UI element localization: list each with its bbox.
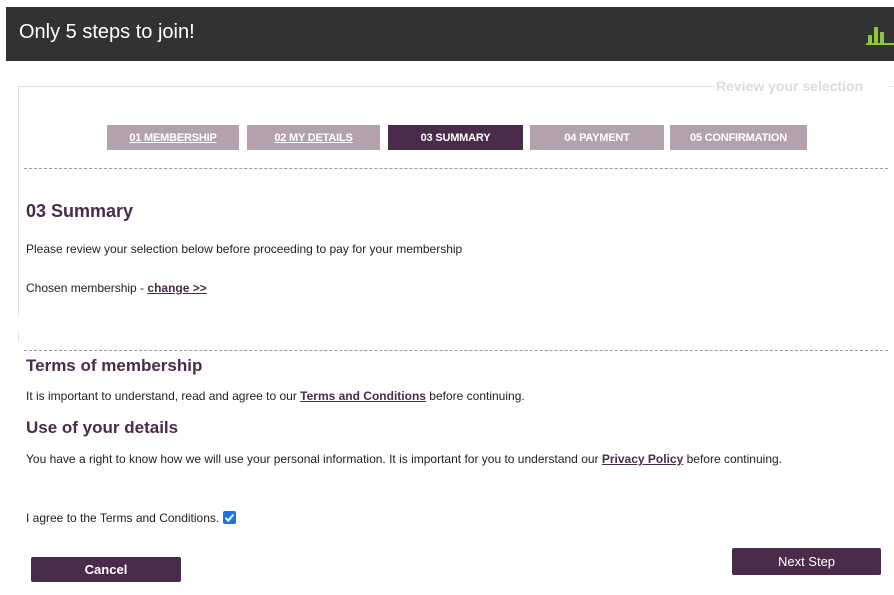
change-membership-link[interactable]: change >> (147, 281, 206, 295)
details-heading: Use of your details (26, 418, 179, 437)
step-summary[interactable]: 03 SUMMARY (388, 125, 523, 150)
agree-row: I agree to the Terms and Conditions. (26, 510, 237, 527)
step-label: 02 MY DETAILS (274, 131, 353, 144)
terms-heading: Terms of membership (26, 356, 203, 375)
agree-label: I agree to the Terms and Conditions. (26, 511, 220, 525)
divider (24, 168, 888, 169)
header-bar: Only 5 steps to join! (6, 7, 894, 61)
terms-text-after: before continuing. (425, 389, 525, 403)
chosen-membership-label: Chosen membership - (26, 281, 148, 295)
terms-text-before: It is important to understand, read and … (26, 389, 301, 403)
terms-text: It is important to understand, read and … (26, 388, 525, 405)
frame-legend-dash (889, 86, 894, 87)
frame-border (18, 86, 714, 87)
step-membership[interactable]: 01 MEMBERSHIP (107, 125, 239, 150)
step-label: 01 MEMBERSHIP (129, 131, 217, 144)
agree-checkbox[interactable] (223, 511, 237, 524)
privacy-policy-link[interactable]: Privacy Policy (602, 452, 683, 466)
details-text: You have a right to know how we will use… (26, 451, 871, 468)
details-text-after: before continuing. (683, 452, 783, 466)
bar-chart-icon (866, 27, 894, 45)
cancel-button[interactable]: Cancel (31, 557, 181, 582)
page-title: Only 5 steps to join! (19, 21, 195, 43)
next-step-button[interactable]: Next Step (732, 548, 881, 575)
details-text-before: You have a right to know how we will use… (26, 452, 602, 466)
frame-legend: Review your selection (716, 78, 863, 94)
divider (24, 350, 888, 351)
checkmark-icon (225, 513, 235, 522)
step-label: 05 CONFIRMATION (689, 131, 788, 144)
step-confirmation[interactable]: 05 CONFIRMATION (670, 125, 807, 150)
step-payment[interactable]: 04 PAYMENT (530, 125, 664, 150)
step-label: 04 PAYMENT (564, 131, 630, 144)
step-label: 03 SUMMARY (420, 131, 491, 144)
chosen-membership: Chosen membership - change >> (26, 280, 207, 297)
step-my-details[interactable]: 02 MY DETAILS (247, 125, 380, 150)
terms-and-conditions-link[interactable]: Terms and Conditions (300, 389, 426, 403)
summary-intro: Please review your selection below befor… (26, 242, 463, 256)
frame-border-left (18, 86, 19, 316)
frame-border-left-2 (18, 332, 19, 342)
summary-heading: 03 Summary (26, 201, 134, 221)
frame-legend-text: Review your selection (716, 78, 864, 94)
